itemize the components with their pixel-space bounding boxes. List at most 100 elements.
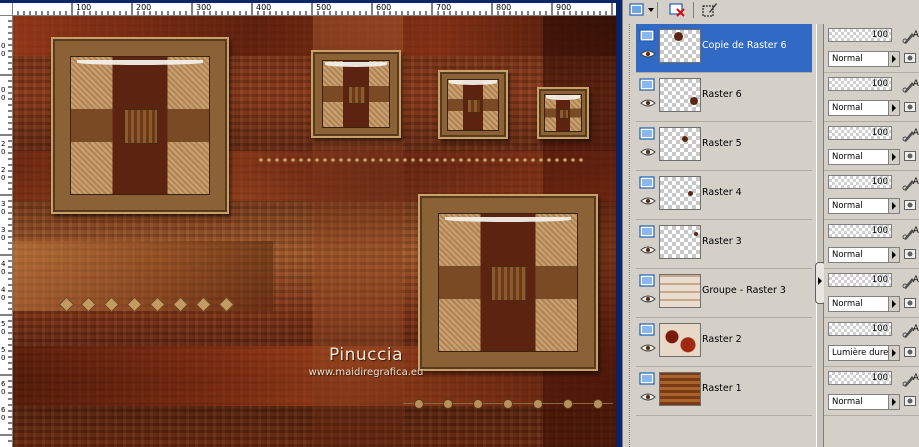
edit-selection-button[interactable] <box>700 1 720 19</box>
layer-row[interactable]: Raster 2 <box>636 318 812 367</box>
blend-mode-select[interactable]: Normal <box>828 149 900 165</box>
layers-toolbar <box>623 0 919 22</box>
layer-mask-icon[interactable] <box>904 396 916 406</box>
layer-row[interactable]: Raster 6 <box>636 73 812 122</box>
thumbnail-content <box>694 232 698 236</box>
layer-thumbnail <box>659 323 701 357</box>
visibility-eye-icon[interactable] <box>640 49 656 59</box>
layer-name[interactable]: Raster 6 <box>702 89 742 100</box>
raster-layer-icon[interactable] <box>639 29 657 43</box>
blend-mode-select[interactable]: Normal <box>828 394 900 410</box>
layer-thumbnail <box>659 372 701 406</box>
opacity-slider[interactable]: 100 <box>828 224 892 238</box>
layer-name[interactable]: Raster 4 <box>702 187 742 198</box>
blend-mode-select[interactable]: Normal <box>828 247 900 263</box>
layer-mask-icon[interactable] <box>904 249 916 259</box>
decorative-square-large <box>51 37 229 214</box>
layer-row[interactable]: Raster 3 <box>636 220 812 269</box>
raster-layer-icon[interactable] <box>639 225 657 239</box>
layer-row[interactable]: Groupe - Raster 3 <box>636 269 812 318</box>
square-pattern <box>437 213 579 352</box>
layer-mask-icon[interactable] <box>904 298 916 308</box>
ruler-label: 0 <box>1 42 6 50</box>
square-highlight <box>449 79 497 85</box>
opacity-slider[interactable]: 100 <box>828 371 892 385</box>
blend-mode-select[interactable]: Normal <box>828 296 900 312</box>
layer-name[interactable]: Raster 2 <box>702 334 742 345</box>
layer-properties-row: 100 A Normal <box>824 24 919 73</box>
blend-mode-select[interactable]: Normal <box>828 51 900 67</box>
blend-dropdown-arrow-icon[interactable] <box>888 346 899 360</box>
ruler-label: 700 <box>436 3 452 12</box>
layer-name[interactable]: Groupe - Raster 3 <box>702 285 786 296</box>
blend-dropdown-arrow-icon[interactable] <box>888 199 899 213</box>
layer-row[interactable]: Raster 1 <box>636 367 812 416</box>
opacity-value: 100 <box>871 79 888 89</box>
ruler-corner <box>0 3 12 15</box>
ruler-label: 4 <box>1 286 6 294</box>
raster-layer-icon[interactable] <box>639 372 657 386</box>
psp-workspace: 100 200 300 400 500 600 700 800 900 0 0 … <box>0 0 919 447</box>
ruler-label: 200 <box>136 3 152 12</box>
raster-layer-icon[interactable] <box>639 274 657 288</box>
raster-layer-icon[interactable] <box>639 176 657 190</box>
layers-palette: Copie de Raster 6 Raster 6 Raster 5 Raster … <box>622 0 919 447</box>
layer-mask-icon[interactable] <box>904 53 916 63</box>
layer-mask-icon[interactable] <box>904 151 916 161</box>
delete-layer-icon <box>669 3 685 17</box>
layer-mask-icon[interactable] <box>904 102 916 112</box>
thumbnail-content <box>674 32 683 41</box>
visibility-eye-icon[interactable] <box>640 147 656 157</box>
layer-mask-icon[interactable] <box>904 347 916 357</box>
raster-layer-icon[interactable] <box>639 127 657 141</box>
blend-dropdown-arrow-icon[interactable] <box>888 150 899 164</box>
blend-mode-select[interactable]: Normal <box>828 198 900 214</box>
blend-mode-select[interactable]: Lumière dure <box>828 345 900 361</box>
opacity-slider[interactable]: 100 <box>828 77 892 91</box>
opacity-slider[interactable]: 100 <box>828 28 892 42</box>
opacity-value: 100 <box>871 275 888 285</box>
square-pattern <box>70 56 210 195</box>
raster-layer-icon[interactable] <box>639 323 657 337</box>
visibility-eye-icon[interactable] <box>640 343 656 353</box>
bead-ornament <box>473 399 483 409</box>
ruler-label: 300 <box>196 3 212 12</box>
blend-mode-select[interactable]: Normal <box>828 100 900 116</box>
new-layer-dropdown[interactable] <box>647 1 655 19</box>
canvas-image[interactable]: Pinuccia www.maidiregrafica.eu <box>13 16 616 447</box>
layer-name[interactable]: Raster 1 <box>702 383 742 394</box>
opacity-slider[interactable]: 100 <box>828 322 892 336</box>
layer-thumbnail <box>659 29 701 63</box>
decorative-square-small <box>438 70 508 139</box>
palette-splitter[interactable] <box>816 24 824 447</box>
new-layer-button[interactable] <box>627 1 647 19</box>
ruler-label: 800 <box>496 3 512 12</box>
blend-dropdown-arrow-icon[interactable] <box>888 248 899 262</box>
layer-properties-row: 100 A Normal <box>824 269 919 318</box>
blend-dropdown-arrow-icon[interactable] <box>888 52 899 66</box>
layer-row[interactable]: Raster 5 <box>636 122 812 171</box>
horizontal-ruler-ticks <box>12 3 613 15</box>
blend-dropdown-arrow-icon[interactable] <box>888 395 899 409</box>
opacity-slider[interactable]: 100 <box>828 273 892 287</box>
visibility-eye-icon[interactable] <box>640 392 656 402</box>
raster-layer-icon[interactable] <box>639 78 657 92</box>
blend-dropdown-arrow-icon[interactable] <box>888 101 899 115</box>
layer-properties-row: 100 A Normal <box>824 73 919 122</box>
visibility-eye-icon[interactable] <box>640 98 656 108</box>
layer-name[interactable]: Copie de Raster 6 <box>702 40 787 51</box>
blend-mode-value: Normal <box>832 397 863 407</box>
layer-row[interactable]: Copie de Raster 6 <box>636 24 812 73</box>
visibility-eye-icon[interactable] <box>640 294 656 304</box>
visibility-eye-icon[interactable] <box>640 196 656 206</box>
layer-name[interactable]: Raster 5 <box>702 138 742 149</box>
layer-row[interactable]: Raster 4 <box>636 171 812 220</box>
delete-layer-button[interactable] <box>667 1 687 19</box>
layer-mask-icon[interactable] <box>904 200 916 210</box>
layer-thumbnail <box>659 78 701 112</box>
visibility-eye-icon[interactable] <box>640 245 656 255</box>
opacity-slider[interactable]: 100 <box>828 175 892 189</box>
blend-dropdown-arrow-icon[interactable] <box>888 297 899 311</box>
opacity-slider[interactable]: 100 <box>828 126 892 140</box>
layer-name[interactable]: Raster 3 <box>702 236 742 247</box>
